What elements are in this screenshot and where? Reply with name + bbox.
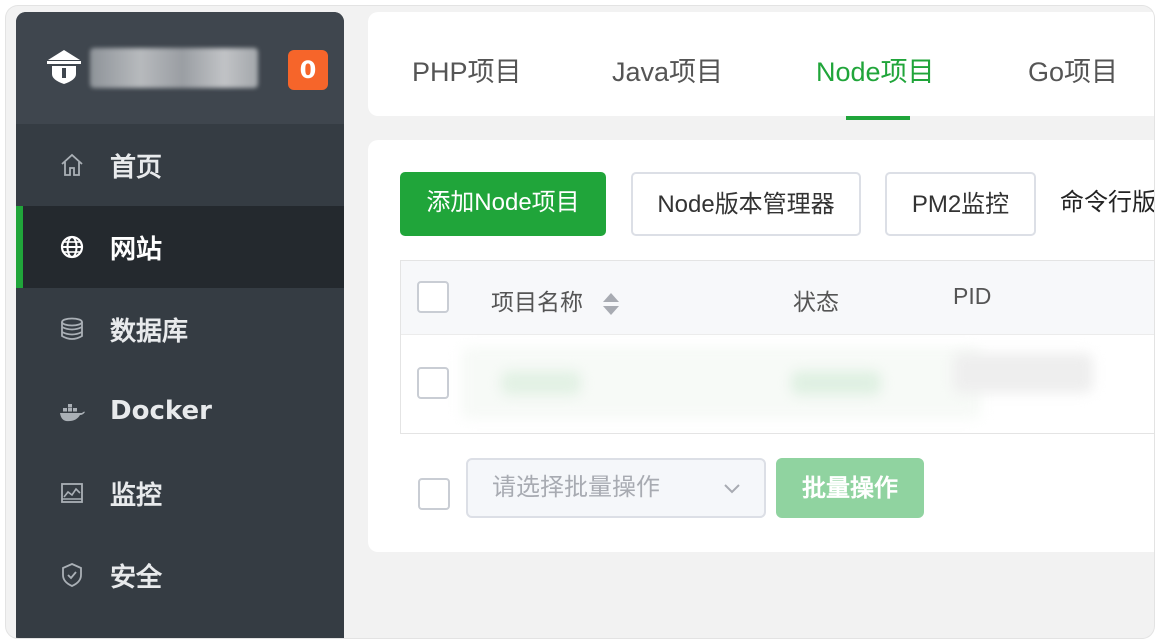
column-project-name[interactable]: 项目名称 [491,283,621,317]
project-type-tabs: PHP项目 Java项目 Node项目 Go项目 [368,12,1154,120]
select-all-checkbox[interactable] [417,281,449,313]
add-node-project-button[interactable]: 添加Node项目 [400,172,606,236]
sort-icon[interactable] [601,291,621,317]
blurred-status [791,371,881,395]
tab-java[interactable]: Java项目 [612,50,723,89]
sidebar-item-security[interactable]: 安全 [16,534,344,616]
monitor-icon [58,479,86,507]
tab-go[interactable]: Go项目 [1028,50,1118,89]
sidebar-item-database[interactable]: 数据库 [16,288,344,370]
active-tab-indicator [846,116,910,120]
table-header: 项目名称 状态 PID [401,261,1154,335]
sidebar-item-docker[interactable]: Docker [16,370,344,452]
cli-version-button[interactable]: 命令行版 [1060,172,1154,236]
docker-icon [58,397,86,425]
sidebar-item-monitor[interactable]: 监控 [16,452,344,534]
node-version-manager-button[interactable]: Node版本管理器 [631,172,861,236]
notification-badge[interactable]: 0 [288,50,328,90]
sidebar: 0 首页 网站 数据库 Docker 监控 安全 [16,12,344,638]
sidebar-header: 0 [16,12,344,124]
database-icon [58,315,86,343]
row-checkbox[interactable] [417,367,449,399]
table-row[interactable] [401,335,1154,433]
batch-action-placeholder: 请选择批量操作 [492,474,660,501]
batch-action-button[interactable]: 批量操作 [776,458,924,518]
app-window: 0 首页 网站 数据库 Docker 监控 安全 PHP项目 Java项目 No… [6,6,1154,638]
sidebar-nav: 首页 网站 数据库 Docker 监控 安全 [16,124,344,616]
sidebar-item-home[interactable]: 首页 [16,124,344,206]
shield-icon [58,561,86,589]
sidebar-item-label: 监控 [110,480,163,511]
sidebar-item-label: 首页 [110,152,163,183]
batch-select-checkbox[interactable] [418,478,450,510]
pm2-monitor-button[interactable]: PM2监控 [885,172,1036,236]
sidebar-item-label: 安全 [110,562,163,593]
batch-action-select[interactable]: 请选择批量操作 [466,458,766,518]
project-table: 项目名称 状态 PID [400,260,1154,434]
home-icon [58,151,86,179]
chevron-down-icon [724,484,740,494]
server-name-blurred [90,48,258,88]
project-panel: 添加Node项目 Node版本管理器 PM2监控 命令行版 项目名称 状态 PI… [368,140,1154,552]
castle-logo-icon [44,46,84,86]
sidebar-item-label: Docker [110,396,212,426]
sidebar-item-website[interactable]: 网站 [16,206,344,288]
column-status: 状态 [793,289,839,315]
sidebar-item-label: 网站 [110,234,163,265]
globe-icon [58,233,86,261]
tab-node[interactable]: Node项目 [816,50,935,89]
blurred-project-name [501,371,581,395]
sidebar-item-label: 数据库 [110,316,189,347]
tab-php[interactable]: PHP项目 [412,50,522,89]
blurred-pid [953,353,1093,393]
column-pid: PID [953,283,992,309]
